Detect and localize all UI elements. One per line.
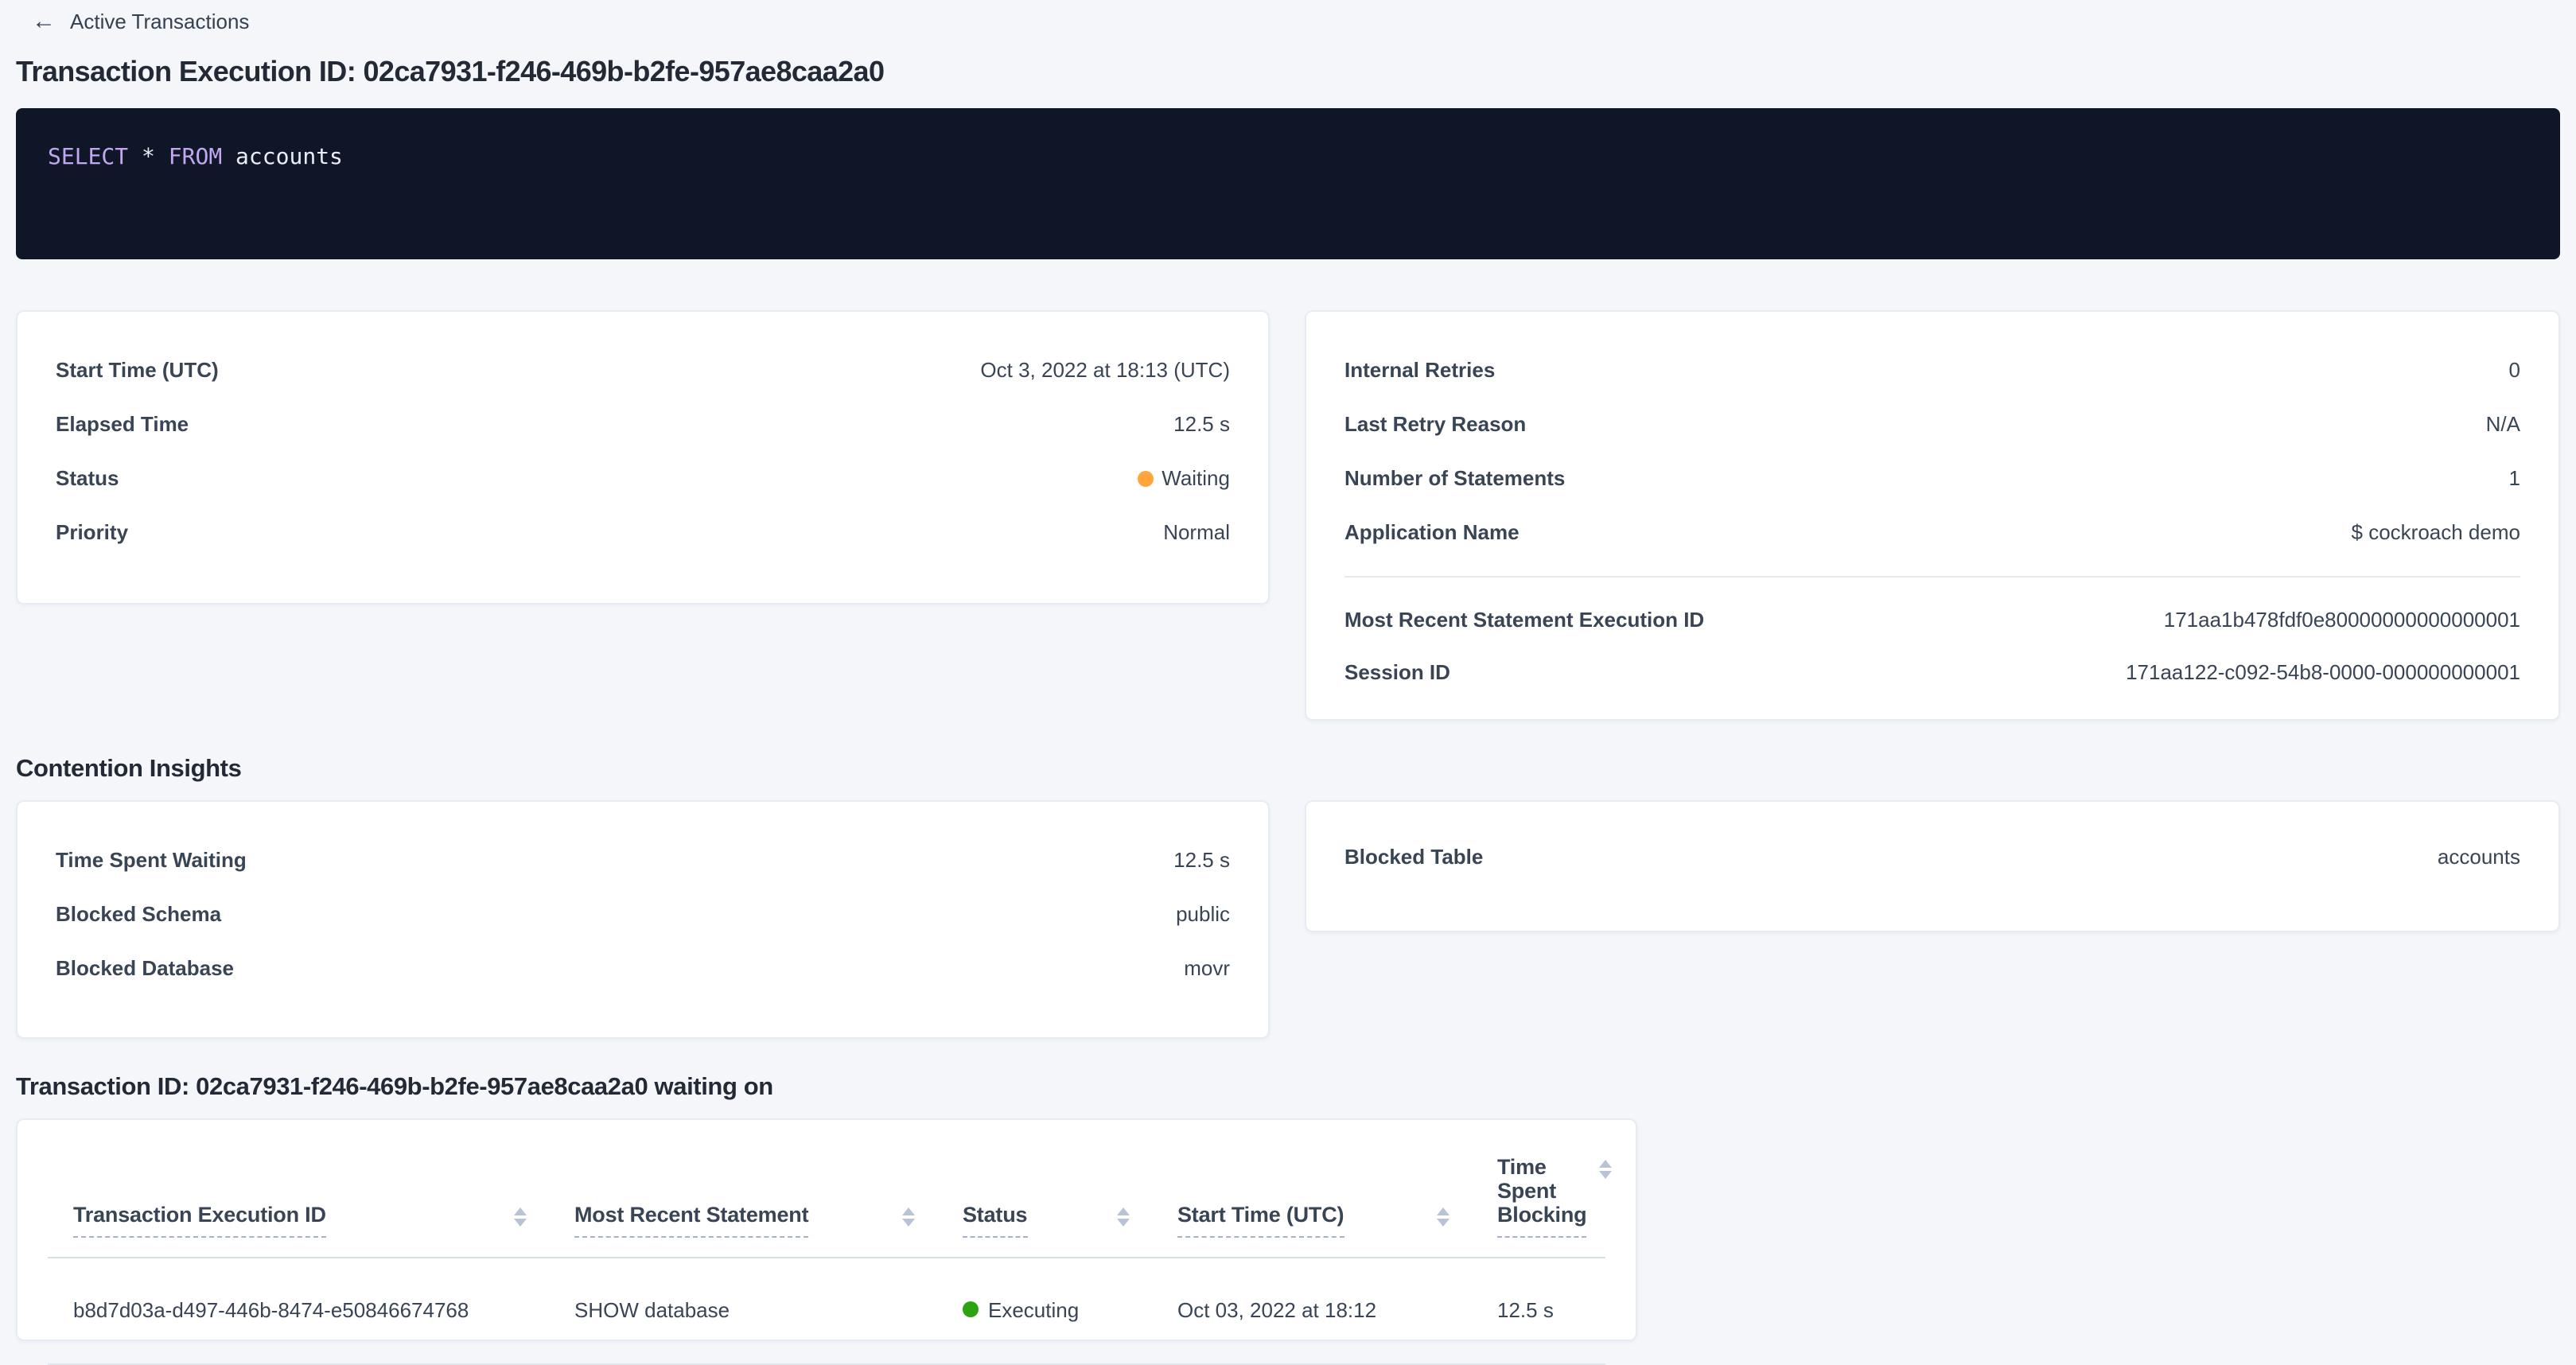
sort-icon — [1599, 1159, 1612, 1178]
last-retry-reason-row: Last Retry Reason N/A — [1344, 399, 2520, 453]
start-time-row: Start Time (UTC) Oct 3, 2022 at 18:13 (U… — [56, 344, 1230, 399]
contention-insights-heading: Contention Insights — [16, 755, 2560, 784]
card-divider — [1344, 576, 2520, 578]
contention-waiting-card: Time Spent Waiting 12.5 s Blocked Schema… — [16, 799, 1270, 1038]
transaction-time-card: Start Time (UTC) Oct 3, 2022 at 18:13 (U… — [16, 309, 1270, 604]
blocked-schema-value: public — [1176, 902, 1230, 929]
elapsed-time-value: 12.5 s — [1173, 412, 1230, 439]
blocked-table-label: Blocked Table — [1344, 845, 1483, 872]
last-retry-reason-value: N/A — [2486, 412, 2520, 439]
status-value: Waiting — [1138, 466, 1230, 493]
transaction-details-page: ← Active Transactions Transaction Execut… — [0, 0, 2576, 1365]
blocked-table-card: Blocked Table accounts — [1305, 799, 2560, 931]
blocked-schema-row: Blocked Schema public — [56, 889, 1230, 943]
waiting-on-heading: Transaction ID: 02ca7931-f246-469b-b2fe-… — [16, 1073, 2560, 1102]
breadcrumb-label: Active Transactions — [70, 10, 249, 33]
statement-execution-id-row: Most Recent Statement Execution ID 171aa… — [1344, 593, 2520, 648]
page-title: Transaction Execution ID: 02ca7931-f246-… — [16, 54, 2560, 90]
elapsed-time-label: Elapsed Time — [56, 412, 189, 439]
sql-table-name: accounts — [222, 144, 343, 169]
priority-value: Normal — [1163, 519, 1230, 546]
session-id-link[interactable]: 171aa122-c092-54b8-0000-000000000001 — [2126, 661, 2520, 688]
number-of-statements-label: Number of Statements — [1344, 466, 1565, 493]
status-waiting-dot-icon — [1138, 471, 1154, 487]
column-header-status[interactable]: Status — [937, 1119, 1152, 1257]
application-name-row: Application Name $ cockroach demo — [1344, 506, 2520, 560]
column-header-time-spent-blocking[interactable]: Time Spent Blocking — [1472, 1119, 1605, 1257]
sort-icon — [902, 1207, 915, 1226]
back-link-active-transactions[interactable]: ← Active Transactions — [16, 0, 249, 33]
sql-keyword-select: SELECT — [48, 144, 128, 169]
status-executing-dot-icon — [963, 1301, 979, 1317]
internal-retries-label: Internal Retries — [1344, 358, 1495, 385]
application-name-label: Application Name — [1344, 519, 1520, 546]
session-id-row: Session ID 171aa122-c092-54b8-0000-00000… — [1344, 648, 2520, 702]
back-arrow-icon: ← — [32, 10, 56, 33]
start-time-value: Oct 3, 2022 at 18:13 (UTC) — [980, 358, 1230, 385]
number-of-statements-row: Number of Statements 1 — [1344, 453, 2520, 507]
sql-star: * — [128, 144, 169, 169]
session-id-label: Session ID — [1344, 661, 1450, 688]
internal-retries-value: 0 — [2509, 358, 2520, 385]
start-time-label: Start Time (UTC) — [56, 358, 219, 385]
waiting-on-table-card: Transaction Execution ID Most Recent Sta… — [16, 1118, 1637, 1340]
table-header-row: Transaction Execution ID Most Recent Sta… — [48, 1119, 1605, 1257]
statement-execution-id-label: Most Recent Statement Execution ID — [1344, 607, 1704, 634]
time-spent-waiting-row: Time Spent Waiting 12.5 s — [56, 834, 1230, 889]
elapsed-time-row: Elapsed Time 12.5 s — [56, 399, 1230, 453]
last-retry-reason-label: Last Retry Reason — [1344, 412, 1526, 439]
time-spent-waiting-value: 12.5 s — [1173, 848, 1230, 875]
sql-keyword-from: FROM — [169, 144, 222, 169]
status-row: Status Waiting — [56, 453, 1230, 507]
blocked-database-row: Blocked Database movr — [56, 943, 1230, 997]
column-header-transaction-execution-id[interactable]: Transaction Execution ID — [48, 1119, 549, 1257]
summary-cards-row: Start Time (UTC) Oct 3, 2022 at 18:13 (U… — [16, 309, 2560, 720]
application-name-value: $ cockroach demo — [2352, 519, 2520, 546]
number-of-statements-value: 1 — [2509, 466, 2520, 493]
statement-execution-id-link[interactable]: 171aa1b478fdf0e80000000000000001 — [2164, 607, 2520, 634]
sort-icon — [1117, 1207, 1130, 1226]
status-label: Status — [56, 466, 119, 493]
status-text: Waiting — [1162, 466, 1230, 493]
cell-status: Executing — [937, 1257, 1152, 1363]
sort-icon — [514, 1207, 527, 1226]
priority-row: Priority Normal — [56, 506, 1230, 560]
column-header-start-time[interactable]: Start Time (UTC) — [1152, 1119, 1472, 1257]
column-header-most-recent-statement[interactable]: Most Recent Statement — [549, 1119, 937, 1257]
sort-icon — [1437, 1207, 1449, 1226]
table-row: b8d7d03a-d497-446b-8474-e50846674768 SHO… — [48, 1257, 1605, 1363]
blocked-database-value: movr — [1184, 956, 1230, 983]
blocked-database-label: Blocked Database — [56, 956, 234, 983]
contention-cards-row: Time Spent Waiting 12.5 s Blocked Schema… — [16, 799, 2560, 1038]
cell-start-time: Oct 03, 2022 at 18:12 — [1152, 1257, 1472, 1363]
cell-execution-id: b8d7d03a-d497-446b-8474-e50846674768 — [48, 1257, 549, 1363]
blocked-table-row: Blocked Table accounts — [1344, 831, 2520, 885]
blocked-schema-label: Blocked Schema — [56, 902, 221, 929]
time-spent-waiting-label: Time Spent Waiting — [56, 848, 247, 875]
transaction-details-card: Internal Retries 0 Last Retry Reason N/A… — [1305, 309, 2560, 720]
sql-statement-box: SELECT * FROM accounts — [16, 107, 2560, 259]
cell-time-spent-blocking: 12.5 s — [1472, 1257, 1605, 1363]
sql-statement: SELECT * FROM accounts — [48, 142, 2528, 173]
cell-status-text: Executing — [988, 1297, 1079, 1321]
priority-label: Priority — [56, 519, 128, 546]
waiting-on-table: Transaction Execution ID Most Recent Sta… — [48, 1119, 1605, 1364]
cell-statement: SHOW database — [549, 1257, 937, 1363]
internal-retries-row: Internal Retries 0 — [1344, 344, 2520, 399]
blocked-table-value: accounts — [2438, 845, 2520, 872]
